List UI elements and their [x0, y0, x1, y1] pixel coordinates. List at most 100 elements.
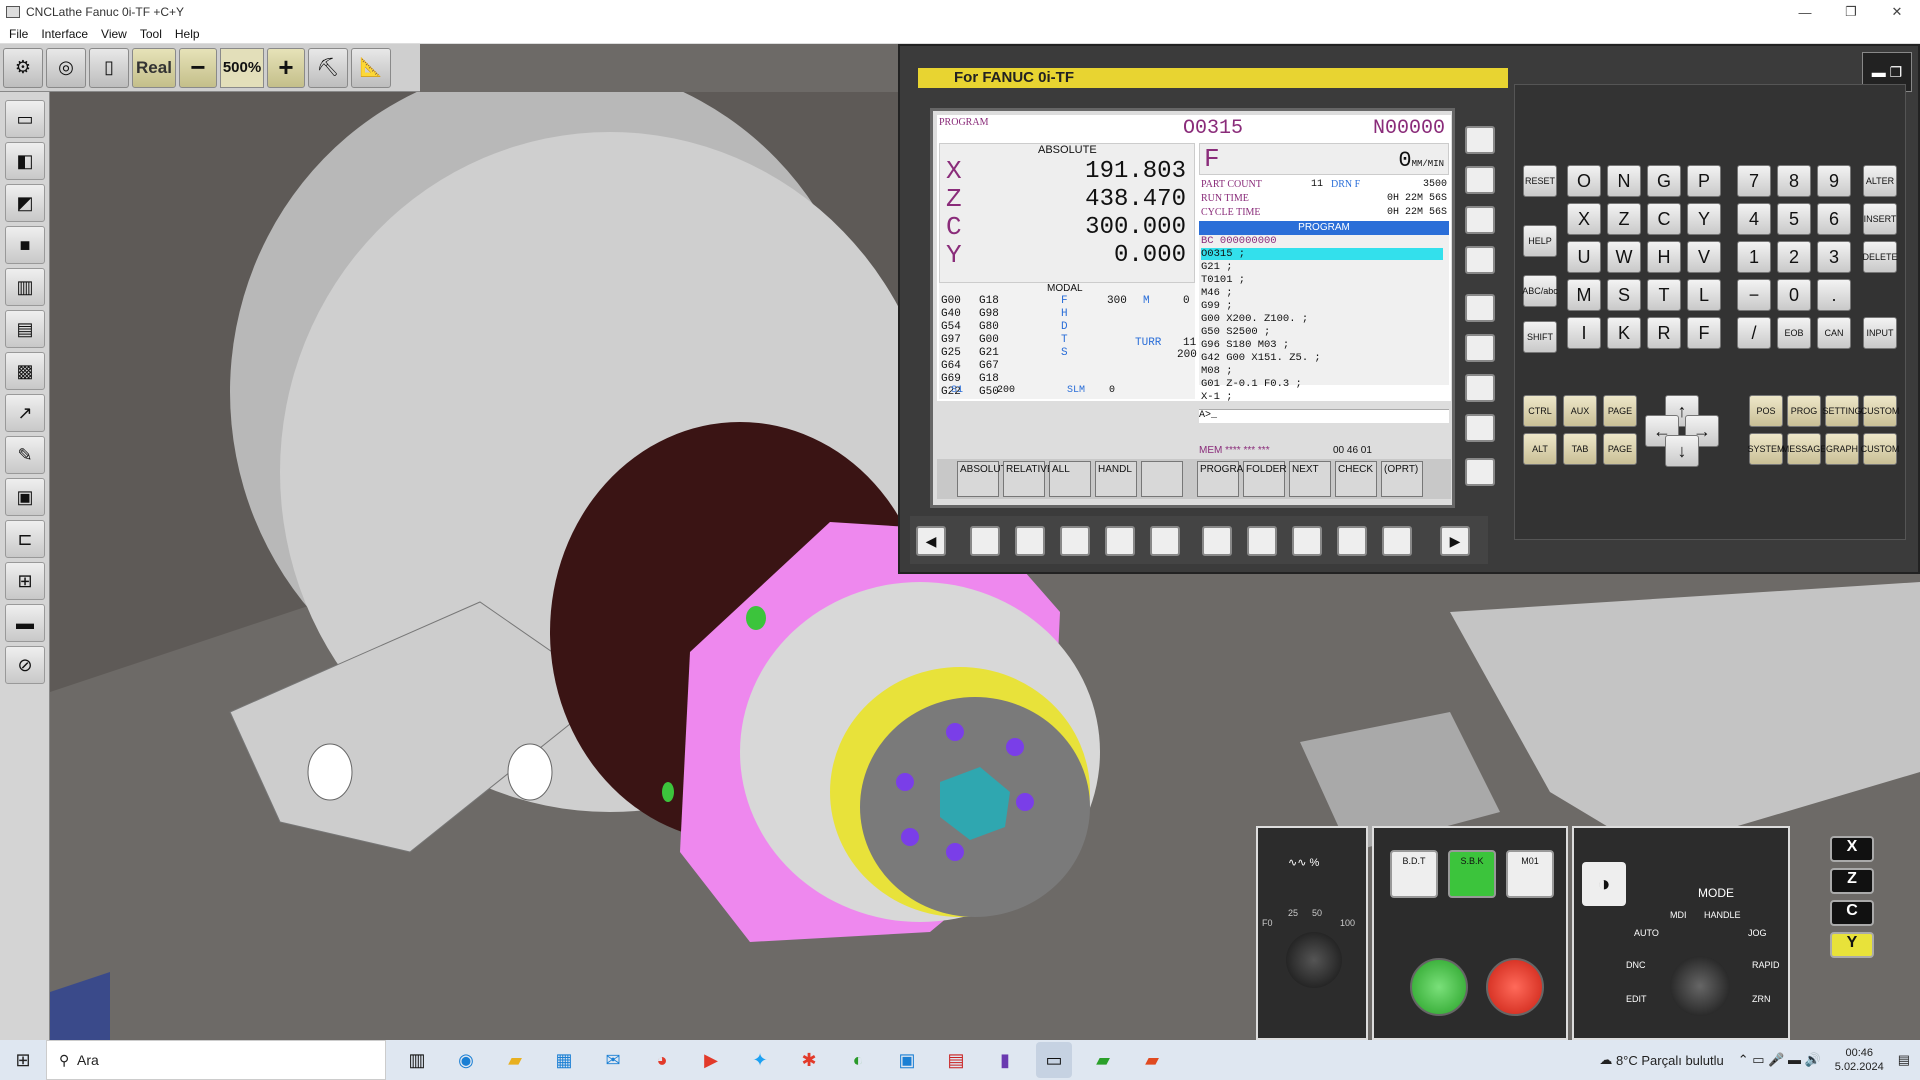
key-4[interactable]: 4 [1737, 203, 1771, 235]
side-softkey-3[interactable] [1465, 206, 1495, 234]
cnclathe-taskbar-icon[interactable]: ▭ [1036, 1042, 1072, 1078]
key-z[interactable]: Z [1607, 203, 1641, 235]
tab-key[interactable]: TAB [1563, 433, 1597, 465]
feed-hold-button[interactable] [1486, 958, 1544, 1016]
key-switch-icon[interactable]: ◑ [1582, 862, 1626, 906]
insert-key[interactable]: INSERT [1863, 203, 1897, 235]
solidworks-icon[interactable]: ▤ [938, 1042, 974, 1078]
mode-select-knob[interactable] [1670, 956, 1730, 1016]
softkey-empty[interactable] [1141, 461, 1183, 497]
key-p[interactable]: P [1687, 165, 1721, 197]
menu-tool[interactable]: Tool [140, 27, 162, 41]
side-softkey-9[interactable] [1465, 458, 1495, 486]
custom2-key[interactable]: CUSTOM [1861, 433, 1899, 465]
axis-y-select[interactable]: Y [1830, 932, 1874, 958]
menu-view[interactable]: View [101, 27, 127, 41]
key-c[interactable]: C [1647, 203, 1681, 235]
can-key[interactable]: CAN [1817, 317, 1851, 349]
view-side-icon[interactable]: ◧ [5, 142, 45, 180]
key-6[interactable]: 6 [1817, 203, 1851, 235]
app-icon[interactable]: ▣ [889, 1042, 925, 1078]
close-button[interactable]: ✕ [1874, 0, 1920, 24]
tray-icons[interactable]: ⌃ ▭ 🎤 ▬ 🔊 [1738, 1052, 1821, 1068]
bottom-softkey[interactable] [1015, 526, 1045, 556]
key-t[interactable]: T [1647, 279, 1681, 311]
key-2[interactable]: 2 [1777, 241, 1811, 273]
key-3[interactable]: 3 [1817, 241, 1851, 273]
alt-key[interactable]: ALT [1523, 433, 1557, 465]
coolant-off-icon[interactable]: ⊘ [5, 646, 45, 684]
side-softkey-2[interactable] [1465, 166, 1495, 194]
minimize-button[interactable]: — [1782, 0, 1828, 24]
material-icon[interactable]: ▩ [5, 352, 45, 390]
door-icon[interactable]: ▯ [89, 47, 129, 88]
input-key[interactable]: INPUT [1863, 317, 1897, 349]
key-minus[interactable]: − [1737, 279, 1771, 311]
app-icon[interactable]: ▰ [1134, 1042, 1170, 1078]
feed-override-knob[interactable] [1286, 932, 1342, 988]
key-9[interactable]: 9 [1817, 165, 1851, 197]
section-icon[interactable]: ⊞ [5, 562, 45, 600]
view-front-icon[interactable]: ▭ [5, 100, 45, 138]
key-7[interactable]: 7 [1737, 165, 1771, 197]
notification-icon[interactable]: ▤ [1898, 1052, 1910, 1068]
store-icon[interactable]: ▦ [546, 1042, 582, 1078]
alter-key[interactable]: ALTER [1863, 165, 1897, 197]
m01-button[interactable]: M01 [1506, 850, 1554, 898]
message-key[interactable]: MESSAGE [1782, 433, 1826, 465]
app-icon[interactable]: ▰ [1085, 1042, 1121, 1078]
turret-icon[interactable]: ▣ [5, 478, 45, 516]
side-softkey-7[interactable] [1465, 374, 1495, 402]
edge-icon[interactable]: ◉ [448, 1042, 484, 1078]
softkey-absolute[interactable]: ABSOLUTE [957, 461, 1013, 497]
key-r[interactable]: R [1647, 317, 1681, 349]
custom-key[interactable]: CUSTOM [1861, 395, 1899, 427]
workpiece-icon[interactable]: ▥ [5, 268, 45, 306]
menu-interface[interactable]: Interface [41, 27, 88, 41]
bottom-softkey[interactable] [1382, 526, 1412, 556]
app-icon[interactable]: ✱ [791, 1042, 827, 1078]
reset-key[interactable]: RESET [1523, 165, 1557, 197]
side-softkey-5[interactable] [1465, 294, 1495, 322]
graph-key[interactable]: GRAPH [1825, 433, 1859, 465]
key-k[interactable]: K [1607, 317, 1641, 349]
delete-key[interactable]: DELETE [1863, 241, 1898, 273]
key-s[interactable]: S [1607, 279, 1641, 311]
chuck-icon[interactable]: ◎ [46, 47, 86, 88]
bottom-softkey[interactable] [1337, 526, 1367, 556]
program-listing[interactable]: BC 000000000 O0315 ; G21 ; T0101 ; M46 ;… [1199, 235, 1449, 403]
page-up-key[interactable]: PAGE [1603, 395, 1637, 427]
softkey-next-button[interactable]: ▶ [1440, 526, 1470, 556]
key-slash[interactable]: / [1737, 317, 1771, 349]
weather-text[interactable]: 8°C Parçalı bulutlu [1616, 1053, 1724, 1068]
softkey-next[interactable]: NEXT [1289, 461, 1331, 497]
side-softkey-4[interactable] [1465, 246, 1495, 274]
key-0[interactable]: 0 [1777, 279, 1811, 311]
bottom-softkey[interactable] [1247, 526, 1277, 556]
softkey-all[interactable]: ALL [1049, 461, 1091, 497]
menu-help[interactable]: Help [175, 27, 200, 41]
clock-area[interactable]: 00:46 5.02.2024 [1835, 1046, 1884, 1074]
prog-key[interactable]: PROG [1787, 395, 1821, 427]
key-i[interactable]: I [1567, 317, 1601, 349]
bottom-softkey[interactable] [1060, 526, 1090, 556]
pos-key[interactable]: POS [1749, 395, 1783, 427]
real-view-button[interactable]: Real [132, 47, 176, 88]
softkey-relative[interactable]: RELATIVE [1003, 461, 1054, 497]
axis-x-select[interactable]: X [1830, 836, 1874, 862]
eob-key[interactable]: EOB [1777, 317, 1811, 349]
axis-icon[interactable]: ↗ [5, 394, 45, 432]
axis-c-select[interactable]: C [1830, 900, 1874, 926]
windows-start-icon[interactable]: ⊞ [0, 1040, 46, 1080]
abc-key[interactable]: ABC/abc [1522, 275, 1558, 307]
key-o[interactable]: O [1567, 165, 1601, 197]
chrome-icon[interactable]: ◕ [644, 1042, 680, 1078]
shift-key[interactable]: SHIFT [1523, 321, 1557, 353]
side-softkey-8[interactable] [1465, 414, 1495, 442]
view-solid-icon[interactable]: ■ [5, 226, 45, 264]
aux-key[interactable]: AUX [1563, 395, 1597, 427]
tool-change-icon[interactable]: ⛏ [308, 47, 348, 88]
view-iso-icon[interactable]: ◩ [5, 184, 45, 222]
bottom-softkey[interactable] [1105, 526, 1135, 556]
zoom-out-button[interactable]: − [179, 47, 217, 88]
